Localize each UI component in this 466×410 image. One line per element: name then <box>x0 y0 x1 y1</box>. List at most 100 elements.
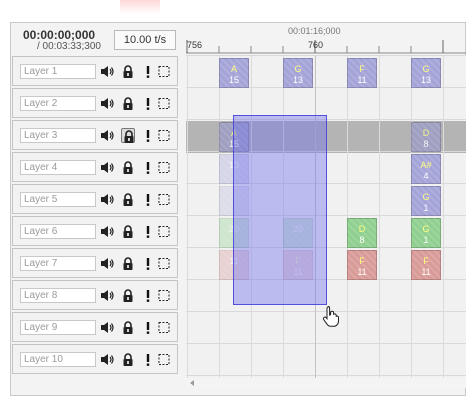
speaker-icon[interactable] <box>100 160 114 175</box>
layer-row-3[interactable]: Layer 3 <box>12 120 178 150</box>
horizontal-scrollbar[interactable] <box>186 378 466 388</box>
layer-row-4[interactable]: Layer 4 <box>12 152 178 182</box>
layer-row-1[interactable]: Layer 1 <box>12 56 178 86</box>
lock-icon[interactable] <box>121 128 135 143</box>
grid-beat-line <box>347 56 348 378</box>
ruler-time-label: 00:01:16;000 <box>288 26 341 36</box>
layer-row-2[interactable]: Layer 2 <box>12 88 178 118</box>
note-clip[interactable]: G 13 <box>283 58 313 88</box>
scroll-left-arrow-icon[interactable] <box>188 378 198 388</box>
note-clip[interactable]: F 11 <box>347 58 377 88</box>
select-box-icon[interactable] <box>157 320 171 335</box>
clip-value-label: 1 <box>423 235 429 245</box>
lock-icon[interactable] <box>121 288 135 303</box>
clip-value-label: 8 <box>423 139 429 149</box>
select-box-icon[interactable] <box>157 64 171 79</box>
selection-rectangle[interactable] <box>233 115 327 305</box>
exclamation-icon[interactable] <box>141 224 155 239</box>
exclamation-icon[interactable] <box>141 64 155 79</box>
speaker-icon[interactable] <box>100 64 114 79</box>
ruler-ticks <box>186 40 466 54</box>
clip-note-label: D <box>358 224 366 234</box>
exclamation-icon[interactable] <box>141 128 155 143</box>
lock-icon[interactable] <box>121 224 135 239</box>
note-clip[interactable]: G1 <box>411 186 441 216</box>
layer-name-field[interactable]: Layer 5 <box>20 192 96 207</box>
layer-row-7[interactable]: Layer 7 <box>12 248 178 278</box>
grid-row-line <box>186 375 466 376</box>
layer-row-9[interactable]: Layer 9 <box>12 312 178 342</box>
select-box-icon[interactable] <box>157 352 171 367</box>
layer-name-field[interactable]: Layer 6 <box>20 224 96 239</box>
speaker-icon[interactable] <box>100 256 114 271</box>
speed-field[interactable]: 10.00 t/s <box>114 30 176 50</box>
layer-name-field[interactable]: Layer 3 <box>20 128 96 143</box>
exclamation-icon[interactable] <box>141 256 155 271</box>
select-box-icon[interactable] <box>157 192 171 207</box>
exclamation-icon[interactable] <box>141 160 155 175</box>
clip-value-label: 13 <box>292 75 303 85</box>
note-clip[interactable]: D8 <box>411 122 441 152</box>
layer-name-field[interactable]: Layer 1 <box>20 64 96 79</box>
grid-beat-line <box>187 56 188 378</box>
layer-name-field[interactable]: Layer 7 <box>20 256 96 271</box>
note-clip[interactable]: G 13 <box>411 58 441 88</box>
speaker-icon[interactable] <box>100 224 114 239</box>
lock-icon[interactable] <box>121 64 135 79</box>
layer-name-field[interactable]: Layer 2 <box>20 96 96 111</box>
layer-name-field[interactable]: Layer 10 <box>20 352 96 367</box>
layer-name-field[interactable]: Layer 9 <box>20 320 96 335</box>
clip-note-label: F <box>359 64 365 74</box>
speaker-icon[interactable] <box>100 320 114 335</box>
exclamation-icon[interactable] <box>141 352 155 367</box>
lock-icon[interactable] <box>121 256 135 271</box>
clip-note-label: A# <box>420 160 432 170</box>
layer-row-10[interactable]: Layer 10 <box>12 344 178 374</box>
exclamation-icon[interactable] <box>141 320 155 335</box>
note-clip[interactable]: A# 4 <box>411 154 441 184</box>
grid-beat-line <box>379 56 380 378</box>
timeline-ruler[interactable] <box>186 38 466 54</box>
clip-value-label: 15 <box>228 75 239 85</box>
exclamation-icon[interactable] <box>141 288 155 303</box>
grid-row-line <box>186 343 466 344</box>
lock-icon[interactable] <box>121 352 135 367</box>
grid-beat-line <box>443 56 444 378</box>
lock-icon[interactable] <box>121 320 135 335</box>
clip-value-label: 11 <box>421 267 431 277</box>
exclamation-icon[interactable] <box>141 192 155 207</box>
select-box-icon[interactable] <box>157 160 171 175</box>
lock-icon[interactable] <box>121 160 135 175</box>
speaker-icon[interactable] <box>100 288 114 303</box>
note-clip[interactable]: F 11 <box>411 250 441 280</box>
note-clip[interactable]: D8 <box>347 218 377 248</box>
note-clip[interactable]: G1 <box>411 218 441 248</box>
layer-row-8[interactable]: Layer 8 <box>12 280 178 310</box>
select-box-icon[interactable] <box>157 224 171 239</box>
note-clip[interactable]: F 11 <box>347 250 377 280</box>
speaker-icon[interactable] <box>100 96 114 111</box>
select-box-icon[interactable] <box>157 256 171 271</box>
speaker-icon[interactable] <box>100 128 114 143</box>
layer-name-field[interactable]: Layer 4 <box>20 160 96 175</box>
select-box-icon[interactable] <box>157 288 171 303</box>
select-box-icon[interactable] <box>157 96 171 111</box>
ruler-tick-756: 756 <box>187 40 203 50</box>
clip-value-label: 11 <box>357 267 367 277</box>
lock-icon[interactable] <box>121 96 135 111</box>
speaker-icon[interactable] <box>100 352 114 367</box>
lock-icon[interactable] <box>121 192 135 207</box>
clip-note-label: A <box>230 64 237 74</box>
layer-name-field[interactable]: Layer 8 <box>20 288 96 303</box>
window-top-strip <box>120 0 160 14</box>
layer-row-5[interactable]: Layer 5 <box>12 184 178 214</box>
note-clip[interactable]: A 15 <box>219 58 249 88</box>
select-box-icon[interactable] <box>157 128 171 143</box>
layer-row-6[interactable]: Layer 6 <box>12 216 178 246</box>
clip-note-label: G <box>422 192 430 202</box>
hand-pointer-icon <box>322 306 339 327</box>
clip-value-label: 4 <box>423 171 429 181</box>
exclamation-icon[interactable] <box>141 96 155 111</box>
speaker-icon[interactable] <box>100 192 114 207</box>
clip-note-label: F <box>359 256 365 266</box>
